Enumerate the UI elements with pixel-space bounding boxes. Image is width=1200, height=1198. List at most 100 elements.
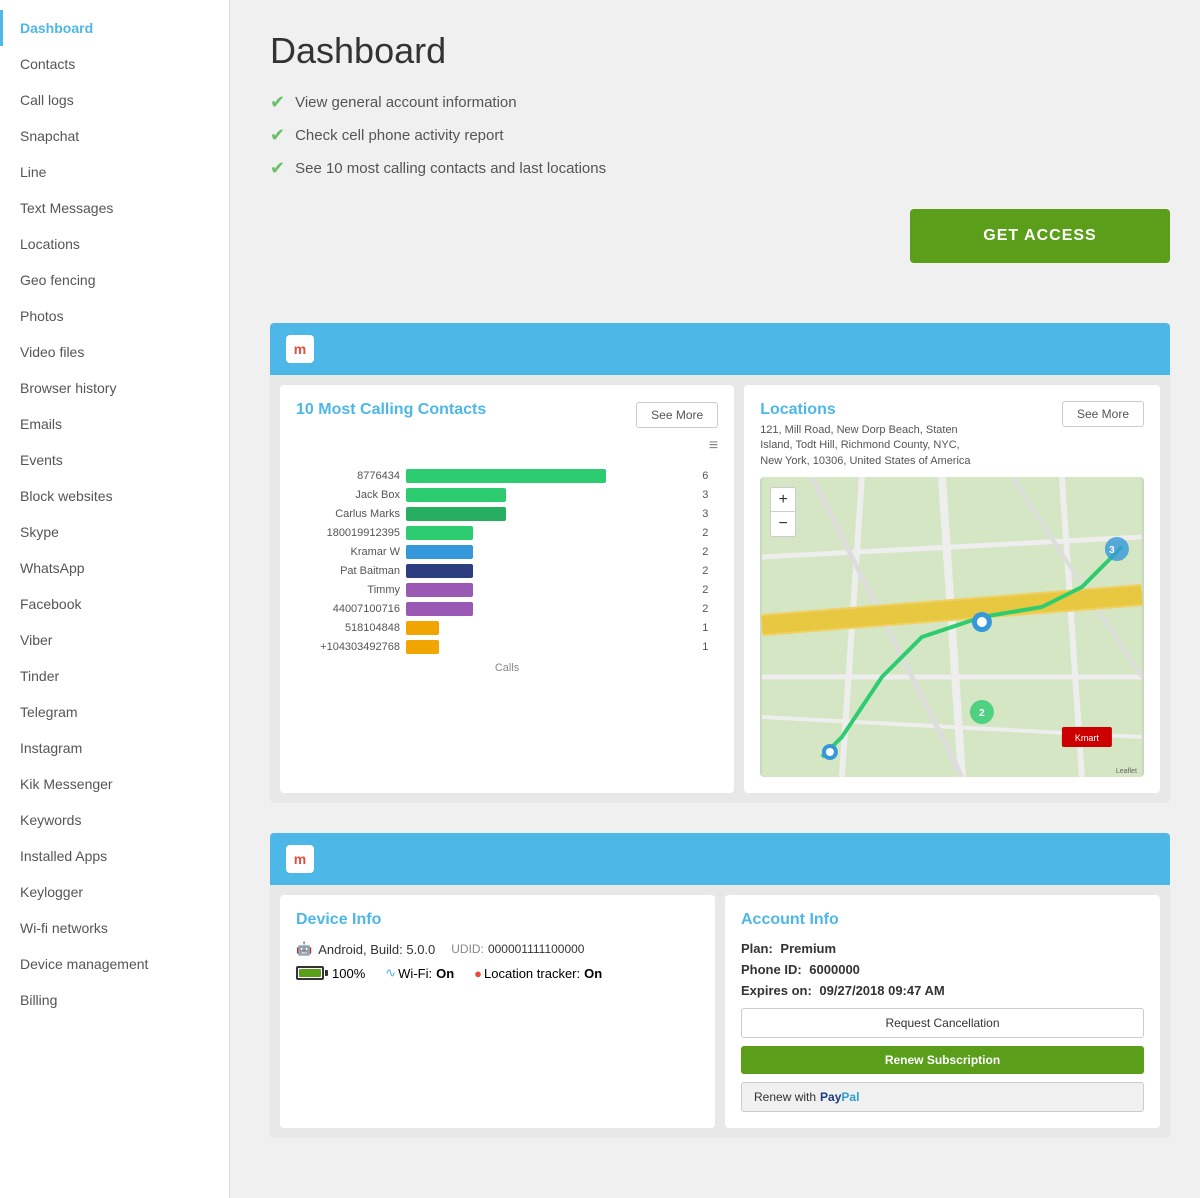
chart-value: 3 (698, 508, 718, 520)
check-icon: ✔ (270, 158, 285, 179)
account-panel-title: Account Info (741, 911, 1144, 929)
chart-label: 44007100716 (296, 603, 406, 615)
chart-label: Kramar W (296, 546, 406, 558)
sidebar-item-block-websites[interactable]: Block websites (0, 478, 229, 514)
chart-row: Pat Baitman 2 (296, 564, 718, 578)
sidebar-item-contacts[interactable]: Contacts (0, 46, 229, 82)
map-zoom-out-button[interactable]: − (771, 512, 795, 536)
sidebar-item-dashboard[interactable]: Dashboard (0, 10, 229, 46)
check-icon: ✔ (270, 92, 285, 113)
account-buttons: Request Cancellation Renew Subscription … (741, 1008, 1144, 1112)
renew-button[interactable]: Renew Subscription (741, 1046, 1144, 1074)
paypal-logo: PayPal (820, 1090, 859, 1104)
locations-panel: Locations 121, Mill Road, New Dorp Beach… (744, 385, 1160, 793)
chart-row: 518104848 1 (296, 621, 718, 635)
svg-text:3: 3 (1109, 545, 1115, 556)
wifi-value: On (436, 966, 454, 981)
chart-label: Jack Box (296, 489, 406, 501)
sidebar-item-events[interactable]: Events (0, 442, 229, 478)
locations-see-more-button[interactable]: See More (1062, 401, 1144, 427)
check-item: ✔View general account information (270, 92, 1170, 113)
sidebar-item-keywords[interactable]: Keywords (0, 802, 229, 838)
sidebar-item-video-files[interactable]: Video files (0, 334, 229, 370)
map-zoom-in-button[interactable]: + (771, 488, 795, 512)
sidebar-item-billing[interactable]: Billing (0, 982, 229, 1018)
sidebar-item-geo-fencing[interactable]: Geo fencing (0, 262, 229, 298)
chart-label: 8776434 (296, 470, 406, 482)
sidebar-item-call-logs[interactable]: Call logs (0, 82, 229, 118)
chart-label: 180019912395 (296, 527, 406, 539)
chart-row: Kramar W 2 (296, 545, 718, 559)
chart-bar (406, 507, 506, 521)
sidebar-item-line[interactable]: Line (0, 154, 229, 190)
sidebar-item-tinder[interactable]: Tinder (0, 658, 229, 694)
chart-bar (406, 564, 473, 578)
sidebar-item-whatsapp[interactable]: WhatsApp (0, 550, 229, 586)
plan-label: Plan: (741, 941, 773, 956)
device-os: Android, Build: 5.0.0 (318, 942, 435, 957)
get-access-button[interactable]: GET ACCESS (910, 209, 1170, 263)
battery-value: 100% (332, 966, 365, 981)
expires-row: Expires on: 09/27/2018 09:47 AM (741, 983, 1144, 998)
location-label: Location tracker: (484, 966, 580, 981)
chart-bar (406, 583, 473, 597)
contacts-panel: 10 Most Calling Contacts See More ≡ 8776… (280, 385, 734, 793)
android-icon: 🤖 (296, 941, 312, 957)
sidebar: DashboardContactsCall logsSnapchatLineTe… (0, 0, 230, 1198)
check-icon: ✔ (270, 125, 285, 146)
sidebar-item-installed-apps[interactable]: Installed Apps (0, 838, 229, 874)
svg-text:Kmart: Kmart (1075, 733, 1100, 743)
contacts-see-more-button[interactable]: See More (636, 402, 718, 428)
cancel-button[interactable]: Request Cancellation (741, 1008, 1144, 1038)
sidebar-item-browser-history[interactable]: Browser history (0, 370, 229, 406)
chart-row: Jack Box 3 (296, 488, 718, 502)
sidebar-item-viber[interactable]: Viber (0, 622, 229, 658)
sidebar-item-telegram[interactable]: Telegram (0, 694, 229, 730)
chart-bar (406, 488, 506, 502)
expires-value: 09/27/2018 09:47 AM (819, 983, 944, 998)
chart-area: 8776434 6 Jack Box 3 Carlus Marks 3 1800… (296, 459, 718, 654)
chart-value: 1 (698, 622, 718, 634)
top-card: m 10 Most Calling Contacts See More ≡ 87… (270, 323, 1170, 803)
chart-label: +104303492768 (296, 641, 406, 653)
paypal-button[interactable]: Renew with PayPal (741, 1082, 1144, 1112)
chart-bar-wrap (406, 469, 698, 483)
sidebar-item-facebook[interactable]: Facebook (0, 586, 229, 622)
udid-value: 000001111100000 (488, 942, 585, 956)
sidebar-item-photos[interactable]: Photos (0, 298, 229, 334)
chart-bar-wrap (406, 564, 698, 578)
map-zoom-controls: + − (770, 487, 796, 537)
phone-id-row: Phone ID: 6000000 (741, 962, 1144, 977)
sidebar-item-snapchat[interactable]: Snapchat (0, 118, 229, 154)
device-status-row: 100% ∿ Wi-Fi: On ● Location tracker: On (296, 965, 699, 981)
sidebar-item-text-messages[interactable]: Text Messages (0, 190, 229, 226)
paypal-label: Renew with (754, 1090, 816, 1104)
sidebar-item-kik-messenger[interactable]: Kik Messenger (0, 766, 229, 802)
chart-value: 2 (698, 603, 718, 615)
location-value: On (584, 966, 602, 981)
sidebar-item-instagram[interactable]: Instagram (0, 730, 229, 766)
sidebar-item-locations[interactable]: Locations (0, 226, 229, 262)
sidebar-item-device-management[interactable]: Device management (0, 946, 229, 982)
sidebar-item-wi-fi-networks[interactable]: Wi-fi networks (0, 910, 229, 946)
chart-menu-icon[interactable]: ≡ (296, 437, 718, 455)
map-display: + − (760, 477, 1144, 777)
battery-indicator: 100% (296, 966, 365, 981)
phone-id-label: Phone ID: (741, 962, 802, 977)
chart-bar-wrap (406, 507, 698, 521)
sidebar-item-keylogger[interactable]: Keylogger (0, 874, 229, 910)
chart-bar (406, 640, 439, 654)
chart-bar-wrap (406, 526, 698, 540)
contacts-panel-title: 10 Most Calling Contacts (296, 401, 486, 419)
card-header-bottom: m (270, 833, 1170, 885)
sidebar-item-emails[interactable]: Emails (0, 406, 229, 442)
battery-icon (296, 966, 328, 980)
chart-bar (406, 621, 439, 635)
chart-row: 44007100716 2 (296, 602, 718, 616)
sidebar-item-skype[interactable]: Skype (0, 514, 229, 550)
bottom-panels: Device Info 🤖 Android, Build: 5.0.0 UDID… (270, 885, 1170, 1138)
chart-value: 2 (698, 565, 718, 577)
chart-label: 518104848 (296, 622, 406, 634)
svg-text:2: 2 (979, 708, 985, 719)
chart-label: Timmy (296, 584, 406, 596)
